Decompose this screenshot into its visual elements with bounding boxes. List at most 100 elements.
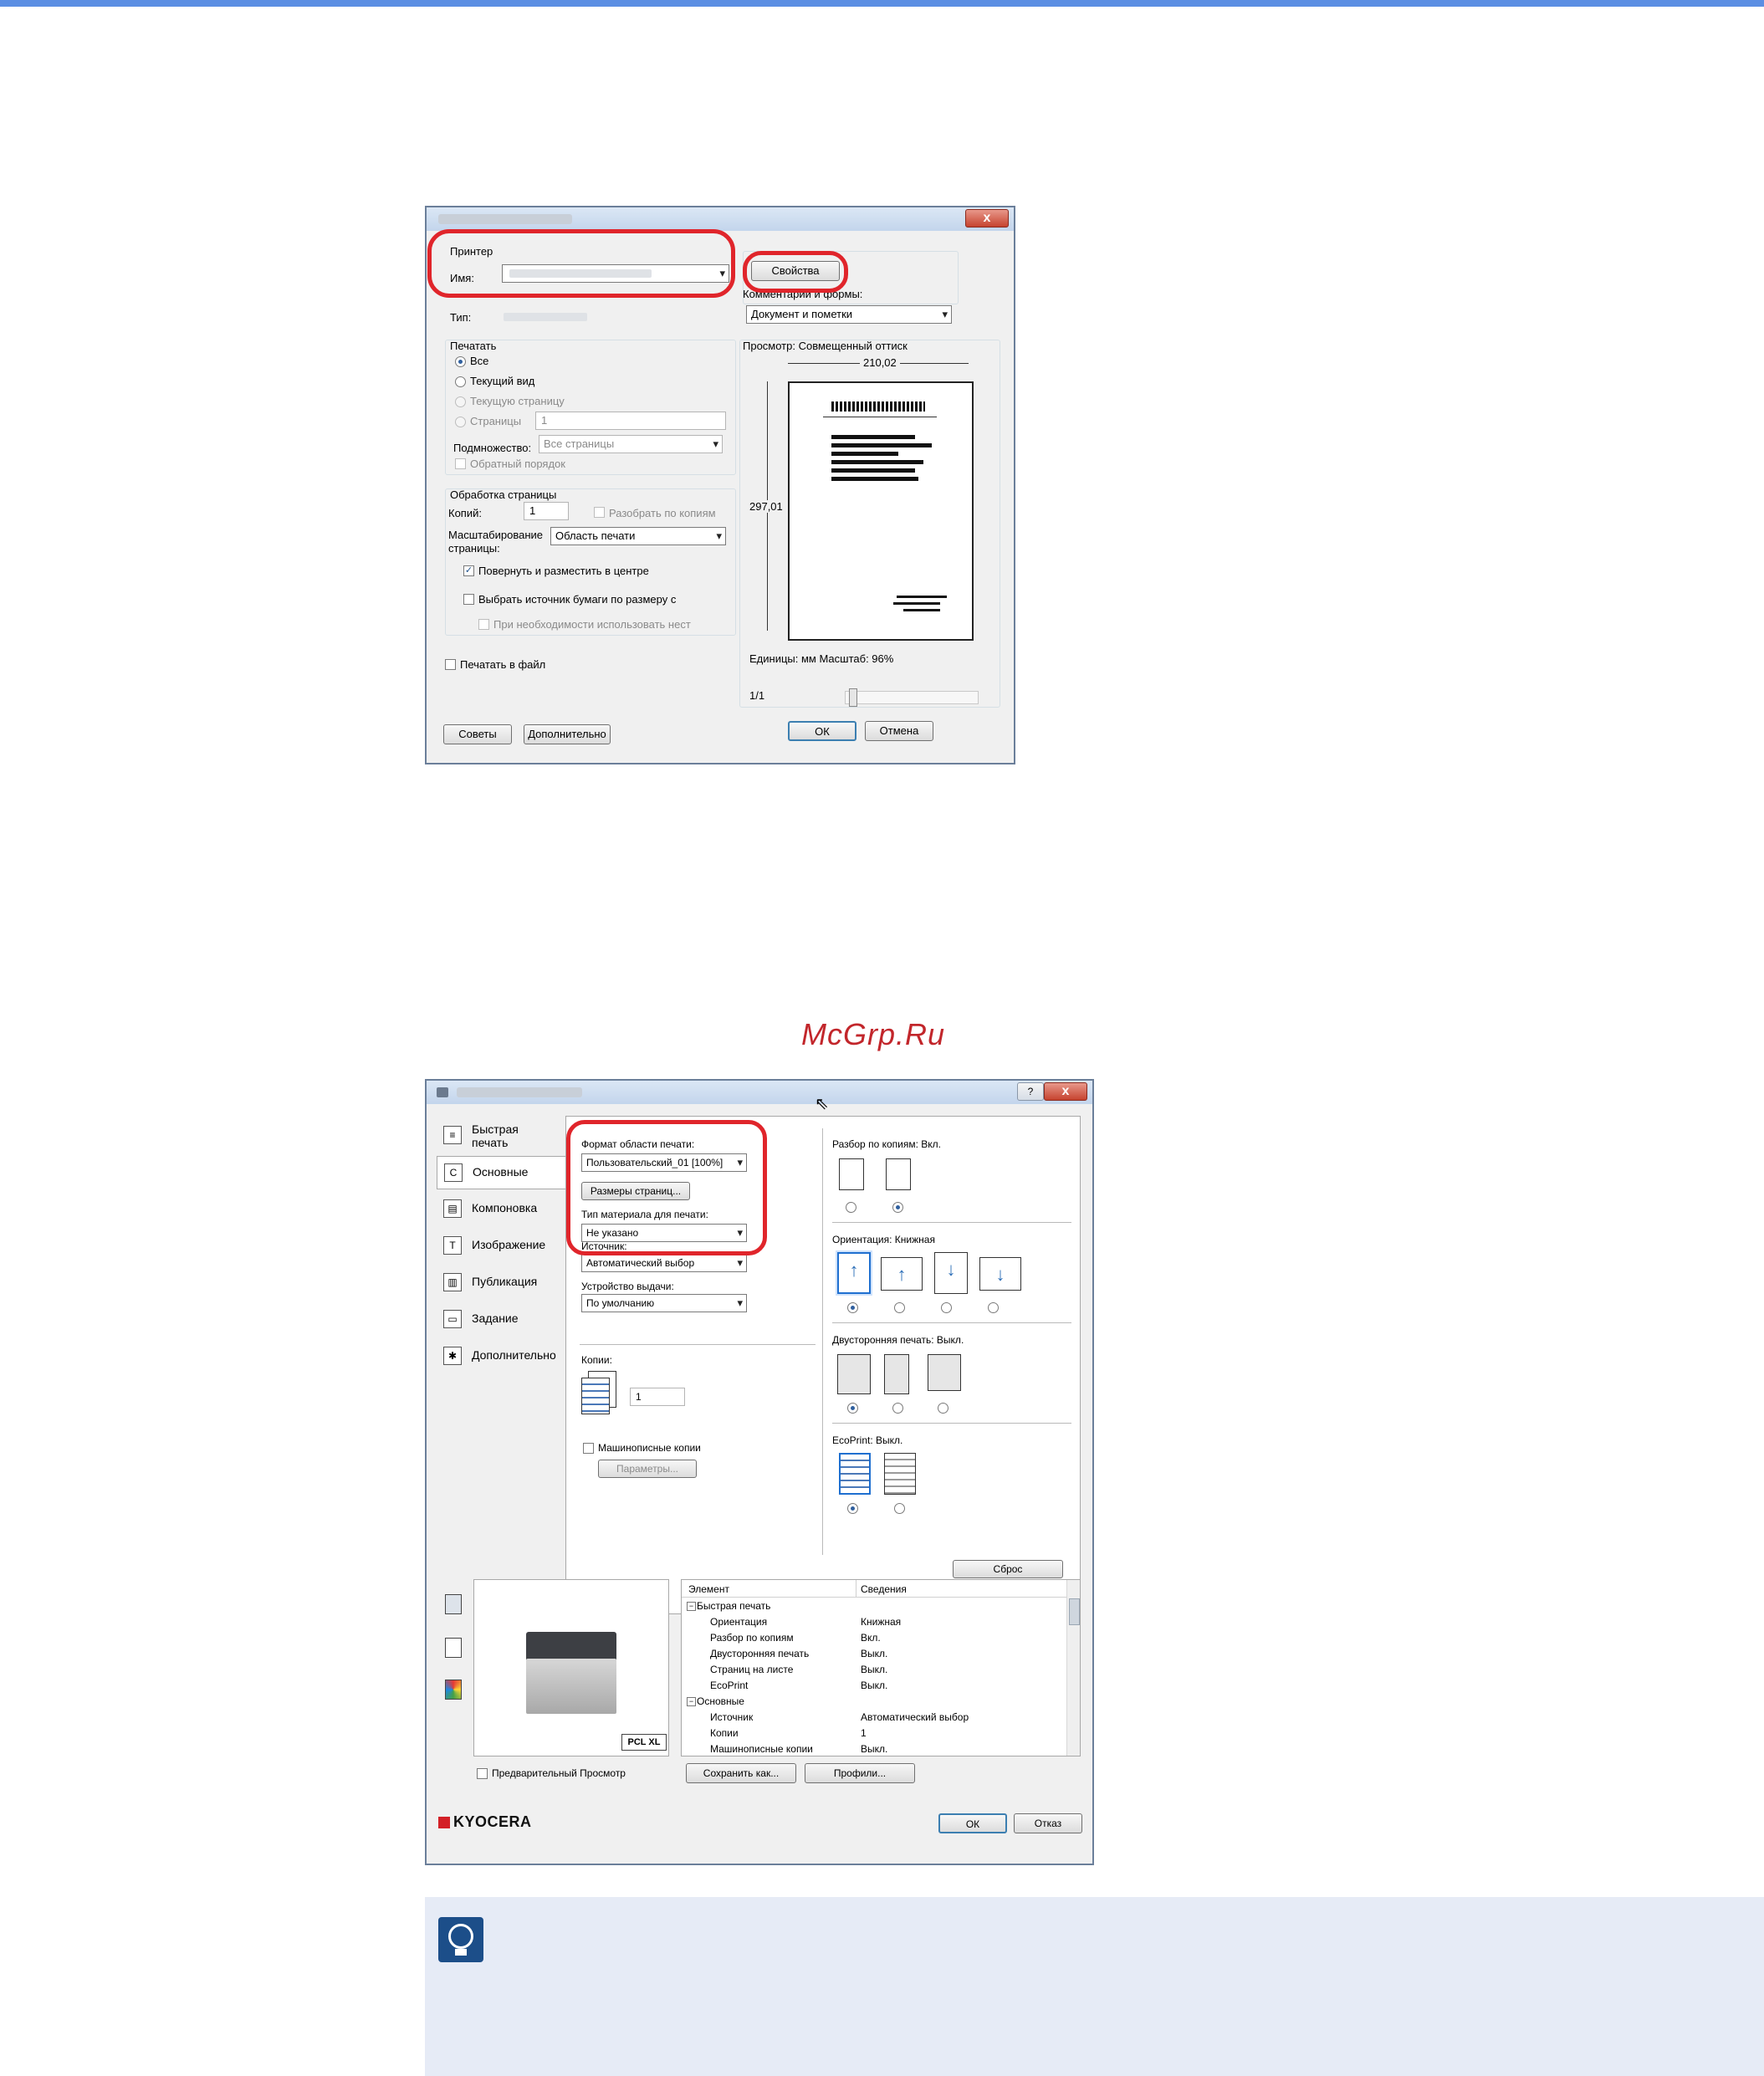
duplex-label: Двусторонняя печать: Выкл. xyxy=(832,1334,964,1346)
nav-layout[interactable]: ▤ Компоновка xyxy=(437,1193,562,1225)
ecoprint-off-radio[interactable] xyxy=(847,1503,858,1514)
ecoprint-on-radio[interactable] xyxy=(894,1503,905,1514)
preview-text-5 xyxy=(831,468,915,473)
cancel-button[interactable]: Отказ xyxy=(1014,1813,1082,1833)
radio-current-page-label: Текущую страницу xyxy=(470,395,565,407)
tips-button[interactable]: Советы xyxy=(443,724,512,744)
summary-row-value: Вкл. xyxy=(861,1632,881,1644)
pages-input[interactable]: 1 xyxy=(535,412,726,430)
advanced-button[interactable]: Дополнительно xyxy=(524,724,611,744)
collate-checkbox[interactable] xyxy=(594,507,605,518)
subset-select[interactable]: Все страницы xyxy=(539,435,723,453)
collate-separator xyxy=(832,1222,1071,1223)
print-to-file-checkbox[interactable] xyxy=(445,659,456,670)
summary-row-item[interactable]: Страниц на листе xyxy=(710,1664,793,1675)
preview-page-slider[interactable] xyxy=(845,688,979,707)
summary-row-item[interactable]: Источник xyxy=(710,1711,753,1723)
scaling-label-1: Масштабирование xyxy=(448,529,544,541)
summary-col-item: Элемент xyxy=(688,1583,729,1595)
summary-row-item[interactable]: EcoPrint xyxy=(710,1680,748,1691)
copies-input[interactable]: 1 xyxy=(630,1388,685,1406)
nav-advanced[interactable]: ✱ Дополнительно xyxy=(437,1340,562,1372)
parameters-button[interactable]: Параметры... xyxy=(598,1460,697,1478)
preview-text-4 xyxy=(831,460,923,464)
ok-button[interactable]: ОК xyxy=(788,721,856,741)
radio-current-page[interactable] xyxy=(455,396,466,407)
duplex-long-radio[interactable] xyxy=(892,1403,903,1414)
nav-basic-label: Основные xyxy=(473,1165,529,1179)
duplex-short-radio[interactable] xyxy=(938,1403,948,1414)
printer-image-panel: PCL XL xyxy=(473,1579,669,1756)
close-button[interactable]: x xyxy=(965,209,1009,228)
scaling-select[interactable]: Область печати xyxy=(550,527,726,545)
basic-panel: Формат области печати: Пользовательский_… xyxy=(565,1116,1081,1614)
summary-row-item[interactable]: Копии xyxy=(710,1727,739,1739)
close-button[interactable]: x xyxy=(1044,1082,1087,1101)
radio-pages[interactable] xyxy=(455,417,466,427)
mouse-cursor-icon: ⇖ xyxy=(815,1095,829,1113)
slider-thumb[interactable] xyxy=(849,688,857,707)
paper-source-checkbox[interactable] xyxy=(463,594,474,605)
portrait-rotated-radio[interactable] xyxy=(941,1302,952,1313)
reset-button[interactable]: Сброс xyxy=(953,1560,1063,1578)
advanced-icon: ✱ xyxy=(443,1347,462,1365)
collate-off-radio[interactable] xyxy=(846,1202,856,1213)
mopy-checkbox[interactable] xyxy=(583,1443,594,1454)
landscape-rotated-radio[interactable] xyxy=(988,1302,999,1313)
summary-group-row[interactable]: Основные xyxy=(697,1695,744,1707)
radio-all[interactable] xyxy=(455,356,466,367)
source-select[interactable]: Автоматический выбор xyxy=(581,1254,747,1272)
nav-imaging[interactable]: T Изображение xyxy=(437,1230,562,1261)
tree-collapse-icon[interactable]: − xyxy=(687,1602,696,1611)
preview-barcode xyxy=(831,401,925,412)
ok-button[interactable]: ОК xyxy=(938,1813,1007,1833)
cancel-button[interactable]: Отмена xyxy=(865,721,933,741)
scrollbar-thumb[interactable] xyxy=(1069,1598,1080,1625)
summary-scrollbar[interactable] xyxy=(1066,1580,1080,1756)
summary-row-value: Выкл. xyxy=(861,1680,888,1691)
nav-job[interactable]: ▭ Задание xyxy=(437,1303,562,1335)
help-button[interactable]: ? xyxy=(1017,1082,1044,1101)
summary-group-row[interactable]: Быстрая печать xyxy=(697,1600,770,1612)
summary-row-item[interactable]: Ориентация xyxy=(710,1616,767,1628)
landscape-radio[interactable] xyxy=(894,1302,905,1313)
color-view-icon[interactable] xyxy=(445,1680,462,1700)
portrait-icon[interactable]: ↑ xyxy=(837,1252,871,1294)
output-select[interactable]: По умолчанию xyxy=(581,1294,747,1312)
custom-paper-checkbox[interactable] xyxy=(478,619,489,630)
save-as-button[interactable]: Сохранить как... xyxy=(686,1763,796,1783)
duplex-separator xyxy=(832,1423,1071,1424)
summary-row-item[interactable]: Разбор по копиям xyxy=(710,1632,794,1644)
imaging-icon: T xyxy=(443,1236,462,1255)
tree-collapse-icon[interactable]: − xyxy=(687,1697,696,1706)
copies-input[interactable]: 1 xyxy=(524,502,569,520)
ecoprint-on-icon[interactable] xyxy=(884,1453,916,1495)
comments-select[interactable]: Документ и пометки xyxy=(746,305,952,324)
nav-basic[interactable]: C Основные xyxy=(437,1156,566,1189)
radio-current-view[interactable] xyxy=(455,376,466,387)
portrait-radio[interactable] xyxy=(847,1302,858,1313)
portrait-rotated-icon[interactable]: ↓ xyxy=(934,1252,968,1294)
preview-checkbox[interactable] xyxy=(477,1768,488,1779)
custom-paper-label: При необходимости использовать нест xyxy=(493,618,691,631)
reverse-order-checkbox[interactable] xyxy=(455,458,466,469)
landscape-rotated-icon[interactable]: ↓ xyxy=(979,1257,1021,1291)
properties-highlight xyxy=(743,251,848,293)
nav-publishing[interactable]: ▥ Публикация xyxy=(437,1266,562,1298)
preview-text-1 xyxy=(831,435,915,439)
duplex-off-radio[interactable] xyxy=(847,1403,858,1414)
collate-on-radio[interactable] xyxy=(892,1202,903,1213)
summary-row-item[interactable]: Двусторонняя печать xyxy=(710,1648,809,1659)
landscape-icon[interactable]: ↑ xyxy=(881,1257,923,1291)
ecoprint-off-icon[interactable] xyxy=(839,1453,871,1495)
summary-row-value: 1 xyxy=(861,1727,867,1739)
page-view-icon[interactable] xyxy=(445,1638,462,1658)
preview-text-2 xyxy=(831,443,932,447)
nav-quick-print[interactable]: ≡ Быстрая печать xyxy=(437,1119,562,1151)
profiles-button[interactable]: Профили... xyxy=(805,1763,915,1783)
printer-view-icon[interactable] xyxy=(445,1594,462,1614)
summary-row-item[interactable]: Машинописные копии xyxy=(710,1743,813,1755)
rotate-center-checkbox[interactable]: ✓ xyxy=(463,565,474,576)
scaling-label-2: страницы: xyxy=(448,542,500,555)
collate-label: Разобрать по копиям xyxy=(609,507,716,519)
